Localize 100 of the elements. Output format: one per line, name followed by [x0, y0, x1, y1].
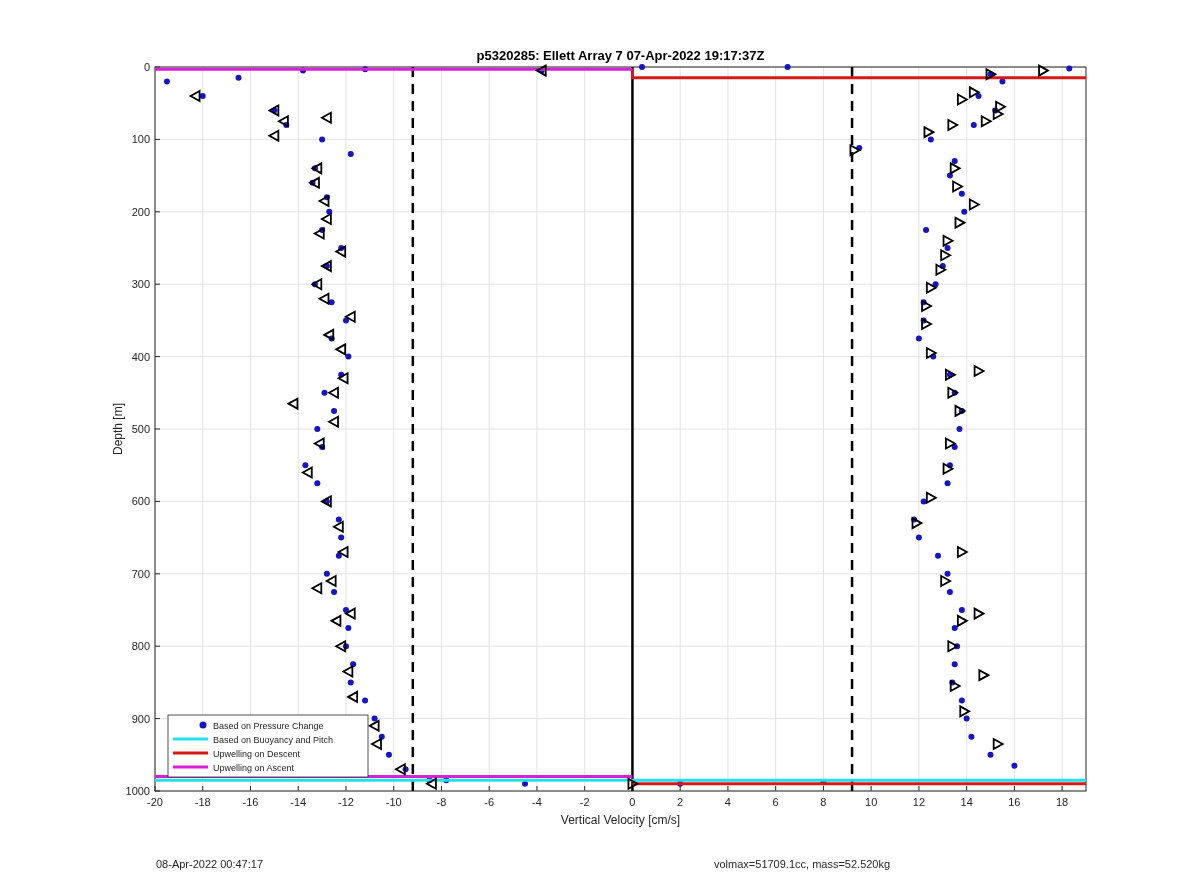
triangle-marker	[925, 491, 938, 505]
triangle-marker	[956, 545, 969, 559]
tick-label: -2	[579, 796, 590, 808]
triangle-marker	[267, 129, 280, 143]
tick-label: 18	[1056, 796, 1069, 808]
triangle-marker	[985, 67, 998, 81]
triangle-marker	[334, 342, 347, 356]
triangle-marker	[945, 368, 957, 382]
triangle-marker	[329, 614, 342, 628]
triangle-marker	[267, 103, 280, 117]
triangle-marker	[320, 259, 332, 273]
tick-label: -12	[338, 796, 354, 808]
tick-label: 16	[1008, 796, 1021, 808]
legend-label: Based on Pressure Change	[213, 720, 324, 731]
chart-title: p5320285: Ellett Array 7 07-Apr-2022 19:17:37Z	[476, 48, 765, 63]
triangle-marker	[322, 328, 335, 342]
triangle-marker	[954, 216, 967, 230]
triangle-marker	[849, 143, 862, 157]
triangle-marker	[334, 639, 347, 653]
triangle-marker	[1038, 64, 1050, 78]
triangle-marker	[336, 545, 349, 559]
tick-label: 900	[131, 712, 150, 725]
triangle-marker	[317, 292, 330, 306]
triangle-marker	[925, 346, 938, 360]
triangle-marker	[370, 737, 382, 751]
triangle-marker	[320, 111, 332, 125]
triangle-marker	[367, 719, 380, 733]
triangle-marker	[277, 114, 289, 128]
triangle-marker	[942, 462, 955, 476]
triangle-marker	[327, 415, 339, 429]
triangle-marker	[286, 397, 299, 411]
triangle-marker	[968, 198, 981, 212]
tick-label: 8	[820, 796, 827, 808]
triangle-marker	[940, 574, 952, 588]
triangle-marker	[312, 436, 325, 450]
triangle-marker	[992, 737, 1005, 751]
tick-label: -16	[242, 796, 259, 808]
triangle-marker	[317, 194, 330, 208]
triangle-marker	[923, 125, 936, 139]
tick-label: 800	[131, 640, 150, 653]
triangle-marker	[947, 118, 960, 132]
triangle-marker	[973, 364, 986, 378]
tick-label: -18	[194, 796, 211, 808]
tick-label: 0	[629, 796, 636, 808]
tick-label: 6	[772, 796, 779, 808]
tick-label: 400	[131, 350, 150, 363]
tick-label: 14	[960, 796, 973, 808]
tick-label: -14	[290, 796, 307, 808]
legend-label: Based on Buoyancy and Pitch	[213, 734, 334, 745]
tick-label: 600	[131, 495, 150, 508]
triangle-marker	[947, 386, 960, 400]
tick-label: -20	[147, 796, 163, 808]
tick-label: 0	[143, 61, 150, 73]
triangle-marker	[627, 777, 640, 791]
triangle-marker	[956, 93, 969, 107]
triangle-marker	[911, 516, 924, 530]
triangle-marker	[942, 234, 955, 248]
triangle-marker	[980, 114, 993, 128]
tick-label: 500	[131, 423, 150, 435]
tick-label: 1000	[125, 785, 150, 797]
triangle-marker	[320, 494, 332, 508]
tick-label: -10	[385, 796, 402, 808]
triangle-marker	[346, 690, 359, 704]
triangle-marker	[308, 176, 320, 190]
tick-label: 200	[131, 205, 150, 218]
triangle-marker	[949, 679, 962, 693]
triangle-marker	[925, 281, 938, 295]
triangle-marker	[921, 299, 933, 313]
triangle-marker	[394, 762, 406, 776]
triangle-marker	[949, 161, 962, 175]
tick-label: 2	[677, 796, 684, 808]
triangle-marker	[310, 161, 323, 175]
triangle-marker	[343, 607, 356, 621]
triangle-marker	[327, 386, 339, 400]
triangle-marker	[947, 639, 960, 653]
tick-label: 700	[131, 567, 150, 580]
triangle-marker	[992, 107, 1005, 121]
triangle-marker	[425, 777, 437, 791]
triangle-marker	[341, 665, 354, 679]
triangle-marker	[312, 227, 325, 241]
legend-label: Upwelling on Descent	[213, 748, 301, 759]
triangle-marker	[336, 371, 349, 385]
legend-label: Upwelling on Ascent	[213, 762, 295, 773]
triangle-marker	[954, 404, 967, 418]
tick-label: -4	[532, 796, 542, 808]
tick-label: 300	[131, 278, 150, 291]
triangle-marker	[324, 574, 337, 588]
triangle-marker	[952, 179, 964, 193]
triangle-marker	[921, 317, 933, 331]
tick-label: 10	[865, 796, 878, 808]
tick-label: 100	[131, 133, 150, 146]
triangle-marker	[300, 465, 313, 479]
triangle-marker	[945, 436, 957, 450]
legend-line-icon	[173, 765, 208, 769]
triangle-marker	[334, 245, 347, 259]
triangle-marker	[343, 310, 356, 324]
triangle-marker	[935, 263, 948, 277]
triangle-marker	[956, 614, 969, 628]
triangle-marker	[310, 581, 323, 595]
triangle-marker	[310, 277, 323, 291]
